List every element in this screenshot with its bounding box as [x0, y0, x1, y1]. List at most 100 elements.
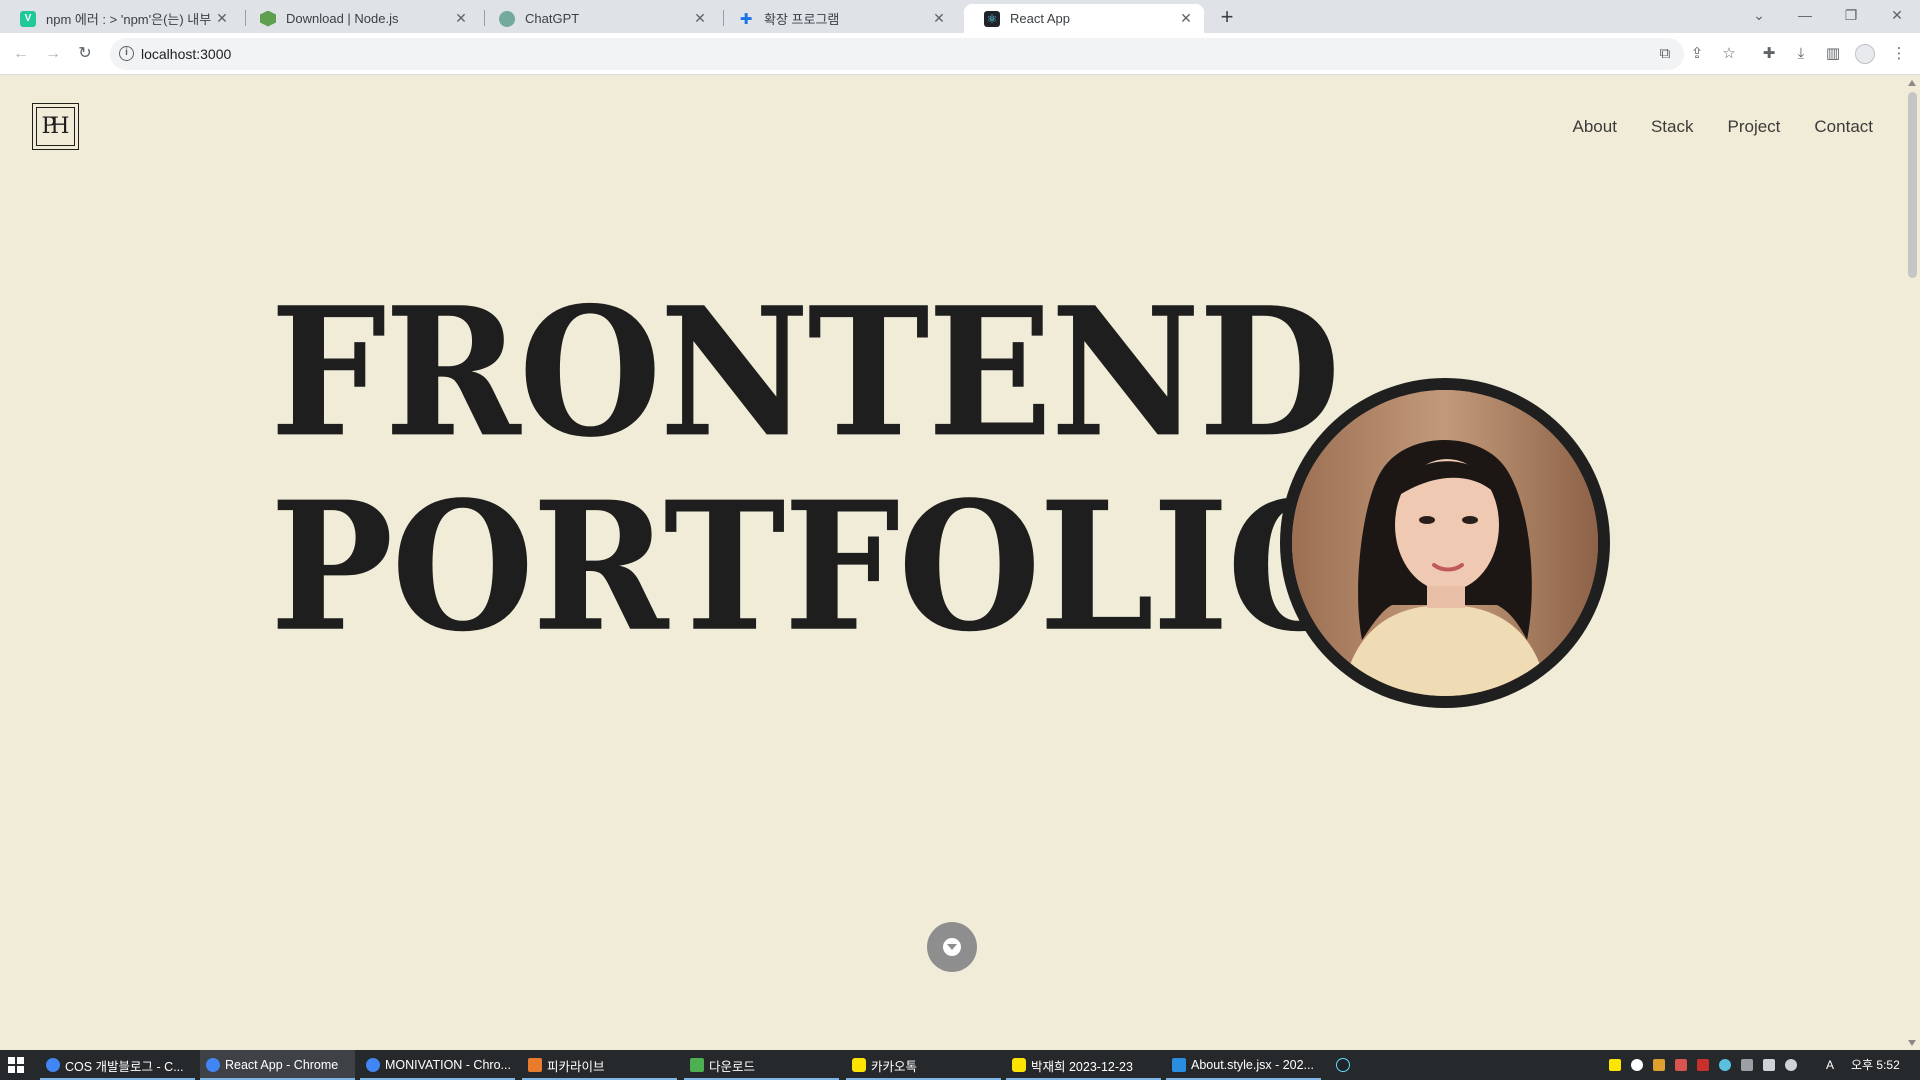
taskbar-item-label: MONIVATION - Chro...: [385, 1058, 511, 1072]
chrome-icon: [206, 1058, 220, 1072]
site-info-icon[interactable]: i: [119, 46, 134, 61]
site-nav: About Stack Project Contact: [1573, 117, 1873, 137]
download-icon[interactable]: ⤓: [1789, 42, 1813, 66]
scroll-down-arrow-icon[interactable]: [1908, 1040, 1916, 1046]
taskbar-item-react-app[interactable]: React App - Chrome: [200, 1050, 355, 1080]
minimize-button[interactable]: —: [1782, 0, 1828, 30]
chrome-icon: [46, 1058, 60, 1072]
tab-title: 확장 프로그램: [764, 12, 840, 27]
close-icon[interactable]: ✕: [931, 10, 947, 27]
side-panel-icon[interactable]: ▥: [1821, 42, 1845, 66]
profile-avatar[interactable]: [1855, 44, 1875, 64]
portrait-illustration: [1292, 390, 1598, 696]
taskbar-item-downloads[interactable]: 다운로드: [684, 1050, 839, 1080]
tab-search-icon[interactable]: ⌄: [1736, 0, 1782, 30]
page-content: PH About Stack Project Contact FRONTEND …: [0, 76, 1905, 1050]
bookmark-star-icon[interactable]: ☆: [1717, 42, 1741, 66]
taskbar-item-label: 카카오톡: [871, 1059, 918, 1074]
react-icon: ⚛: [984, 10, 1000, 27]
url-text[interactable]: localhost:3000: [141, 46, 231, 62]
taskbar-item-label: About.style.jsx - 202...: [1191, 1058, 1314, 1072]
open-in-app-icon[interactable]: ⧉: [1653, 42, 1677, 66]
ime-indicator[interactable]: A: [1826, 1050, 1834, 1080]
taskbar-item-vscode[interactable]: About.style.jsx - 202...: [1166, 1050, 1321, 1080]
hero-title: FRONTEND PORTFOLIO: [270, 268, 1370, 671]
taskbar-item-cos-blog[interactable]: COS 개발블로그 - C...: [40, 1050, 195, 1080]
tab-chatgpt[interactable]: ChatGPT ✕: [479, 4, 718, 33]
nav-project[interactable]: Project: [1727, 117, 1780, 137]
menu-kebab-icon[interactable]: ⋮: [1887, 42, 1911, 66]
chatgpt-icon: [499, 10, 515, 27]
browser-toolbar: ← → ↻ i localhost:3000 ⧉ ⇪ ☆ ✚ ⤓ ▥ ⋮: [0, 33, 1920, 75]
tab-extensions[interactable]: ✚ 확장 프로그램 ✕: [718, 4, 957, 33]
taskbar-item-kakao-chat[interactable]: 박재희 2023-12-23: [1006, 1050, 1161, 1080]
new-tab-button[interactable]: +: [1214, 4, 1240, 30]
scroll-down-button[interactable]: [927, 922, 977, 972]
tab-title: Download | Node.js: [286, 11, 399, 26]
velog-icon: V: [20, 10, 36, 27]
close-icon[interactable]: ✕: [214, 10, 230, 27]
tab-title: ChatGPT: [525, 11, 580, 26]
taskbar-item-label: COS 개발블로그 - C...: [65, 1059, 184, 1074]
nav-stack[interactable]: Stack: [1651, 117, 1694, 137]
close-window-button[interactable]: ✕: [1874, 0, 1920, 30]
restore-button[interactable]: ❐: [1828, 0, 1874, 30]
tab-nodejs[interactable]: Download | Node.js ✕: [240, 4, 479, 33]
close-icon[interactable]: ✕: [453, 10, 469, 27]
taskbar-item-picalive[interactable]: 피카라이브: [522, 1050, 677, 1080]
windows-taskbar: COS 개발블로그 - C... React App - Chrome MONI…: [0, 1050, 1920, 1080]
kakaotalk-icon: [1012, 1058, 1026, 1072]
tab-react-app[interactable]: ⚛ React App ✕: [964, 4, 1204, 33]
share-icon[interactable]: ⇪: [1685, 42, 1709, 66]
scrollbar-thumb[interactable]: [1908, 92, 1917, 278]
portrait-photo: [1292, 390, 1598, 696]
tray-network-app-icon[interactable]: [1719, 1059, 1731, 1071]
address-bar[interactable]: i localhost:3000: [110, 38, 1684, 70]
hero-line-frontend: FRONTEND: [270, 268, 1341, 477]
tab-strip: V npm 에러 : > 'npm'은(는) 내부 ✕ Download | N…: [0, 0, 1920, 33]
taskbar-item-label: 박재희 2023-12-23: [1031, 1059, 1133, 1074]
tray-g-icon[interactable]: [1631, 1059, 1643, 1071]
close-icon[interactable]: ✕: [1178, 10, 1194, 27]
puzzle-icon: ✚: [739, 10, 753, 28]
tray-app-icon[interactable]: [1653, 1059, 1665, 1071]
forward-icon[interactable]: →: [41, 42, 65, 66]
chrome-icon: [366, 1058, 380, 1072]
chevron-down-icon: [943, 938, 961, 956]
tab-title: npm 에러 : > 'npm'은(는) 내부: [46, 12, 212, 27]
nodejs-icon: [260, 10, 276, 27]
hero-line-portfolio: PORTFOLIO: [270, 462, 1370, 671]
taskbar-item-label: 다운로드: [709, 1059, 756, 1074]
tray-display-icon[interactable]: [1763, 1059, 1775, 1071]
tray-security-icon[interactable]: [1741, 1059, 1753, 1071]
nav-about[interactable]: About: [1573, 117, 1617, 137]
profile-portrait: [1280, 378, 1610, 708]
extensions-icon[interactable]: ✚: [1757, 42, 1781, 66]
reload-icon[interactable]: ↻: [73, 42, 97, 66]
vscode-icon: [1172, 1058, 1186, 1072]
tab-title: React App: [1010, 11, 1070, 26]
picalive-icon: [528, 1058, 542, 1072]
taskbar-item-label: React App - Chrome: [225, 1058, 339, 1072]
tray-kakaotalk-icon[interactable]: [1609, 1059, 1621, 1071]
tray-v3-icon[interactable]: [1697, 1059, 1709, 1071]
nav-contact[interactable]: Contact: [1814, 117, 1873, 137]
tab-npm-error[interactable]: V npm 에러 : > 'npm'은(는) 내부 ✕: [0, 4, 240, 33]
site-logo[interactable]: PH: [32, 103, 79, 150]
download-icon: [690, 1058, 704, 1072]
kakaotalk-icon: [852, 1058, 866, 1072]
back-icon[interactable]: ←: [9, 42, 33, 66]
taskbar-item-react-devtools[interactable]: [1330, 1050, 1360, 1080]
tray-shield-icon[interactable]: [1675, 1059, 1687, 1071]
taskbar-item-monivation[interactable]: MONIVATION - Chro...: [360, 1050, 515, 1080]
page-scrollbar[interactable]: [1905, 76, 1920, 1050]
taskbar-item-label: 피카라이브: [547, 1059, 605, 1074]
react-icon: [1336, 1058, 1350, 1072]
volume-icon[interactable]: [1785, 1059, 1797, 1071]
taskbar-clock[interactable]: 오후 5:52: [1851, 1050, 1900, 1080]
windows-start-icon[interactable]: [8, 1057, 24, 1073]
close-icon[interactable]: ✕: [692, 10, 708, 27]
logo-monogram: PH: [36, 107, 75, 146]
scroll-up-arrow-icon[interactable]: [1908, 80, 1916, 86]
taskbar-item-kakaotalk[interactable]: 카카오톡: [846, 1050, 1001, 1080]
